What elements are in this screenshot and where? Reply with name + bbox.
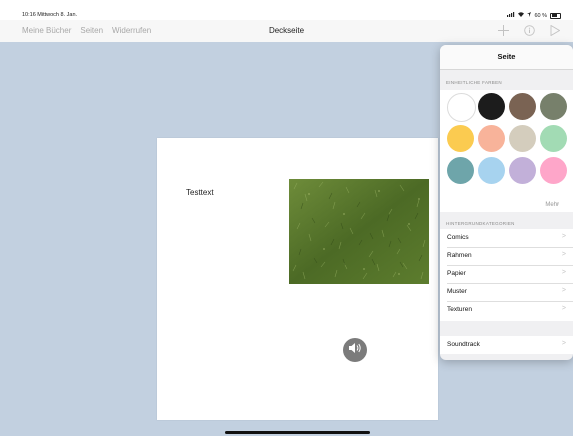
color-swatch-pink[interactable] [540,157,567,184]
page-title: Deckseite [268,26,305,35]
solid-colors-label: EINHEITLICHE FARBEN [446,80,502,85]
color-swatch-mint[interactable] [540,125,567,152]
toolbar: Meine Bücher Seiten Widerrufen Deckseite [0,20,573,43]
play-icon[interactable] [549,24,561,36]
book-page[interactable]: Testtext [157,138,438,420]
grass-image[interactable] [289,179,429,284]
category-frames[interactable]: Rahmen > [440,247,573,265]
battery-percent: 60 % [534,12,547,19]
popover-title: Seite [440,45,573,70]
color-swatch-beige[interactable] [509,125,536,152]
chevron-right-icon: > [561,340,566,347]
status-time: 10:16 Mittwoch 8. Jan. [22,12,78,18]
color-swatch-white[interactable] [447,93,476,122]
color-swatch-olive[interactable] [540,93,567,120]
wifi-icon [518,12,525,19]
page-settings-popover: Seite EINHEITLICHE FARBEN Mehr > HINTERG… [440,45,573,360]
page-text-box[interactable]: Testtext [186,188,214,197]
chevron-right-icon: > [561,305,566,312]
soundtrack-group: Soundtrack > [440,336,573,354]
background-categories-list: Comics > Rahmen > Papier > Muster > Text… [440,229,573,321]
status-indicators: 60 % [507,12,561,19]
chevron-right-icon: > [561,251,566,258]
color-swatch-light-blue[interactable] [478,157,505,184]
location-icon [527,12,532,19]
chevron-right-icon: > [561,287,566,294]
category-textures[interactable]: Texturen > [440,301,573,319]
speaker-icon [348,341,362,359]
category-comics[interactable]: Comics > [440,229,573,247]
color-swatch-teal[interactable] [447,157,474,184]
color-swatch-black[interactable] [478,93,505,120]
color-swatch-salmon[interactable] [478,125,505,152]
more-colors-row[interactable]: Mehr > [440,192,573,212]
soundtrack-row[interactable]: Soundtrack > [440,336,573,354]
signal-icon [507,12,515,19]
color-swatch-brown[interactable] [509,93,536,120]
plus-icon[interactable] [497,24,509,36]
background-categories-label: HINTERGRUNDKATEGORIEN [446,221,515,226]
chevron-right-icon: > [555,202,559,208]
chevron-right-icon: > [561,269,566,276]
battery-icon [550,12,561,19]
more-colors-label: Mehr > [545,202,559,208]
color-swatch-yellow[interactable] [447,125,474,152]
color-swatch-panel: Mehr > [440,90,573,212]
status-bar: 10:16 Mittwoch 8. Jan. 60 % [0,0,573,20]
toolbar-right [497,24,561,36]
category-patterns[interactable]: Muster > [440,283,573,301]
color-swatch-lavender[interactable] [509,157,536,184]
info-icon[interactable] [523,24,535,36]
sound-button[interactable] [343,338,367,362]
chevron-right-icon: > [561,233,566,240]
home-indicator[interactable] [225,431,370,434]
category-paper[interactable]: Papier > [440,265,573,283]
